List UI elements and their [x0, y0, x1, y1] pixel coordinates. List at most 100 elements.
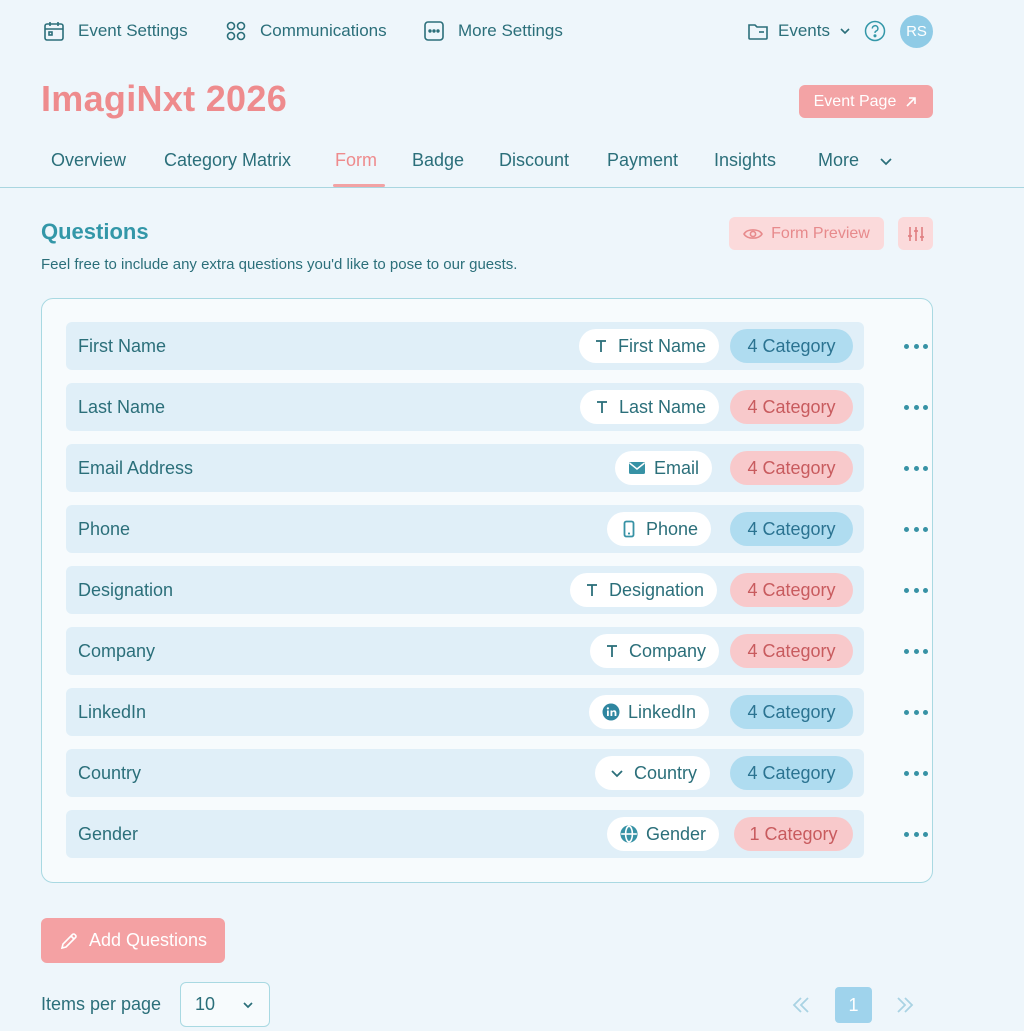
- category-badge[interactable]: 4 Category: [730, 634, 853, 668]
- category-badge[interactable]: 4 Category: [730, 451, 853, 485]
- question-row-company[interactable]: Company Company 4 Category: [66, 627, 928, 675]
- eye-icon: [743, 228, 764, 239]
- chevron-down-icon: [243, 1001, 253, 1008]
- linkedin-icon: [602, 703, 620, 721]
- nav-communications-label: Communications: [260, 21, 387, 40]
- page-title: ImagiNxt 2026: [41, 78, 288, 119]
- tab-insights[interactable]: Insights: [714, 150, 776, 171]
- more-options-icon[interactable]: [904, 402, 928, 412]
- pagination-last-icon[interactable]: [894, 994, 916, 1016]
- question-label: Gender: [78, 823, 139, 844]
- category-badge[interactable]: 4 Category: [730, 329, 853, 363]
- section-title: Questions: [41, 219, 149, 244]
- question-label: Country: [78, 762, 142, 783]
- question-label: Company: [78, 640, 156, 661]
- chevron-down-icon: [611, 770, 623, 778]
- question-row-country[interactable]: Country Country 4 Category: [66, 749, 928, 797]
- events-dropdown[interactable]: Events: [746, 18, 852, 44]
- tab-bar: Overview Category Matrix Form Badge Disc…: [0, 140, 1024, 188]
- tab-category-matrix[interactable]: Category Matrix: [164, 150, 291, 171]
- pagination-first-icon[interactable]: [790, 994, 812, 1016]
- category-badge[interactable]: 4 Category: [730, 695, 853, 729]
- globe-icon: [620, 825, 638, 843]
- active-tab-indicator: [333, 184, 385, 187]
- question-type-pill: LinkedIn: [589, 695, 710, 729]
- question-row-email-address[interactable]: Email Address Email 4 Category: [66, 444, 928, 492]
- grid-icon: [226, 21, 246, 41]
- tab-badge[interactable]: Badge: [412, 150, 464, 171]
- question-type-pill: Designation: [570, 573, 718, 607]
- items-per-page-label: Items per page: [41, 994, 162, 1014]
- question-label: LinkedIn: [78, 701, 147, 722]
- help-icon[interactable]: [864, 20, 886, 42]
- question-row-first-name[interactable]: First Name First Name 4 Category: [66, 322, 928, 370]
- sliders-icon: [907, 226, 924, 241]
- nav-event-settings[interactable]: Event Settings: [42, 18, 188, 44]
- tab-more-label: More: [818, 150, 860, 170]
- question-type-pill: Email: [615, 451, 713, 485]
- question-type-label: LinkedIn: [628, 701, 697, 722]
- more-options-icon[interactable]: [904, 707, 928, 717]
- category-badge[interactable]: 4 Category: [730, 573, 853, 607]
- question-label: Email Address: [78, 457, 194, 478]
- nav-communications[interactable]: Communications: [224, 18, 387, 44]
- events-dropdown-label: Events: [778, 21, 830, 40]
- category-badge[interactable]: 1 Category: [734, 817, 853, 851]
- text-icon: [597, 401, 607, 413]
- phone-icon: [623, 520, 635, 538]
- nav-event-settings-label: Event Settings: [78, 21, 188, 40]
- question-row-designation[interactable]: Designation Designation 4 Category: [66, 566, 928, 614]
- external-link-icon: [906, 96, 917, 107]
- question-row-last-name[interactable]: Last Name Last Name 4 Category: [66, 383, 928, 431]
- more-options-icon[interactable]: [904, 585, 928, 595]
- page: Event Settings Communications More Setti…: [0, 0, 1024, 1031]
- folder-icon: [748, 24, 768, 40]
- tab-overview[interactable]: Overview: [51, 150, 126, 171]
- filter-button[interactable]: [898, 217, 933, 250]
- avatar[interactable]: RS: [900, 15, 933, 48]
- form-preview-button[interactable]: Form Preview: [729, 217, 884, 250]
- question-type-label: Phone: [646, 518, 699, 539]
- tab-payment[interactable]: Payment: [607, 150, 678, 171]
- calendar-icon: [44, 22, 64, 41]
- pagination-current-page[interactable]: 1: [835, 987, 872, 1023]
- more-options-icon[interactable]: [904, 524, 928, 534]
- more-box-icon: [424, 21, 444, 41]
- more-options-icon[interactable]: [904, 341, 928, 351]
- question-type-pill: Gender: [607, 817, 720, 851]
- question-type-label: First Name: [618, 335, 707, 356]
- chevron-down-icon: [880, 158, 892, 166]
- more-options-icon[interactable]: [904, 463, 928, 473]
- question-row-linkedin[interactable]: LinkedIn LinkedIn 4 Category: [66, 688, 928, 736]
- section-subtitle: Feel free to include any extra questions…: [41, 256, 518, 273]
- tab-form[interactable]: Form: [335, 150, 377, 171]
- more-options-icon[interactable]: [904, 829, 928, 839]
- nav-more-settings-label: More Settings: [458, 21, 563, 40]
- more-options-icon[interactable]: [904, 768, 928, 778]
- category-badge[interactable]: 4 Category: [730, 756, 853, 790]
- question-row-phone[interactable]: Phone Phone 4 Category: [66, 505, 928, 553]
- question-type-label: Designation: [609, 579, 705, 600]
- event-page-button[interactable]: Event Page: [799, 85, 933, 118]
- nav-more-settings[interactable]: More Settings: [422, 18, 563, 44]
- more-options-icon[interactable]: [904, 646, 928, 656]
- question-label: Phone: [78, 518, 131, 539]
- question-type-label: Email: [654, 457, 700, 478]
- add-questions-button[interactable]: Add Questions: [41, 918, 225, 963]
- category-badge[interactable]: 4 Category: [730, 390, 853, 424]
- question-type-label: Company: [629, 640, 707, 661]
- event-page-button-label: Event Page: [813, 92, 897, 110]
- items-per-page-select[interactable]: 10: [180, 982, 270, 1027]
- tab-more[interactable]: More: [818, 150, 894, 171]
- email-icon: [629, 462, 645, 474]
- category-badge[interactable]: 4 Category: [730, 512, 853, 546]
- chevron-down-icon: [840, 28, 850, 35]
- question-type-label: Last Name: [619, 396, 707, 417]
- question-label: First Name: [78, 335, 167, 356]
- question-type-label: Gender: [646, 823, 707, 844]
- question-row-gender[interactable]: Gender Gender 1 Category: [66, 810, 928, 858]
- question-type-label: Country: [634, 762, 698, 783]
- tab-discount[interactable]: Discount: [499, 150, 569, 171]
- text-icon: [596, 340, 606, 352]
- form-preview-label: Form Preview: [771, 224, 870, 242]
